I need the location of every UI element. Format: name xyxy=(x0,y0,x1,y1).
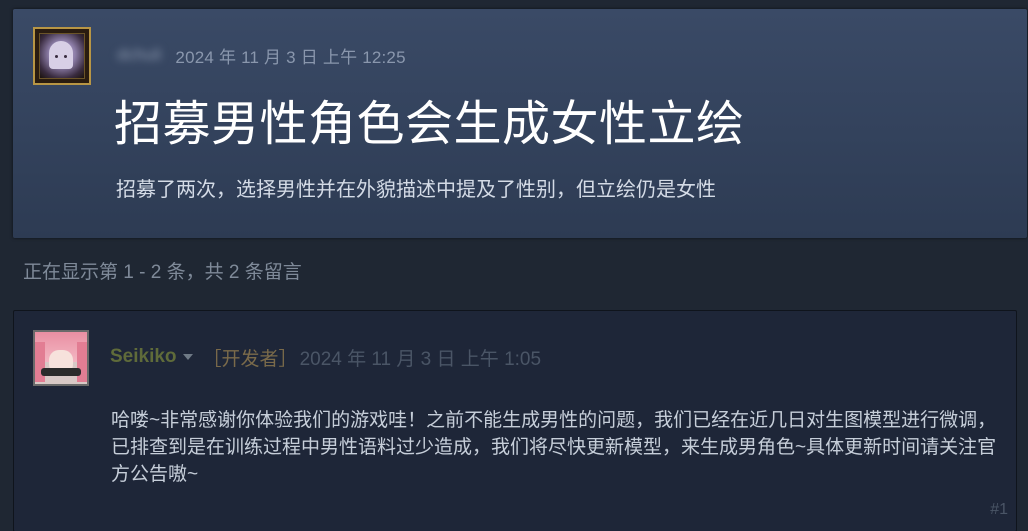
avatar-eye-right xyxy=(64,55,67,58)
topic-author-avatar[interactable] xyxy=(33,27,91,85)
caret-down-icon[interactable] xyxy=(182,354,193,360)
developer-badge: ［开发者］ xyxy=(202,348,298,370)
comment-item: Seikiko ［开发者］ 2024 年 11 月 3 日 上午 1:05 哈喽… xyxy=(13,310,1017,531)
topic-author-name[interactable]: dchuli xyxy=(117,45,161,65)
topic-body: 招募了两次，选择男性并在外貌描述中提及了性别，但立绘仍是女性 xyxy=(116,179,716,201)
comment-author-avatar[interactable] xyxy=(33,330,89,386)
comment-date: 2024 年 11 月 3 日 上午 1:05 xyxy=(299,348,542,370)
avatar-hair-left xyxy=(35,342,45,382)
avatar-eye-left xyxy=(55,55,58,58)
comment-count: 正在显示第 1 - 2 条，共 2 条留言 xyxy=(23,262,302,283)
topic-date: 2024 年 11 月 3 日 上午 12:25 xyxy=(175,47,406,67)
avatar-censor-bar xyxy=(41,368,81,376)
discussion-page: dchuli 2024 年 11 月 3 日 上午 12:25 招募男性角色会生… xyxy=(0,0,1028,531)
topic-header: dchuli 2024 年 11 月 3 日 上午 12:25 招募男性角色会生… xyxy=(13,9,1027,238)
topic-meta: dchuli 2024 年 11 月 3 日 上午 12:25 xyxy=(117,43,406,67)
comment-author-name[interactable]: Seikiko xyxy=(110,346,177,368)
comment-body: 哈喽~非常感谢你体验我们的游戏哇！之前不能生成男性的问题，我们已经在近几日对生图… xyxy=(111,410,997,485)
avatar-hair-right xyxy=(77,342,87,382)
comment-header: Seikiko ［开发者］ 2024 年 11 月 3 日 上午 1:05 xyxy=(110,344,541,370)
comment-number[interactable]: #1 xyxy=(990,501,1008,519)
ghost-avatar-icon xyxy=(49,41,73,69)
topic-title: 招募男性角色会生成女性立绘 xyxy=(114,98,745,151)
comment-author-wrap: Seikiko xyxy=(110,346,203,368)
